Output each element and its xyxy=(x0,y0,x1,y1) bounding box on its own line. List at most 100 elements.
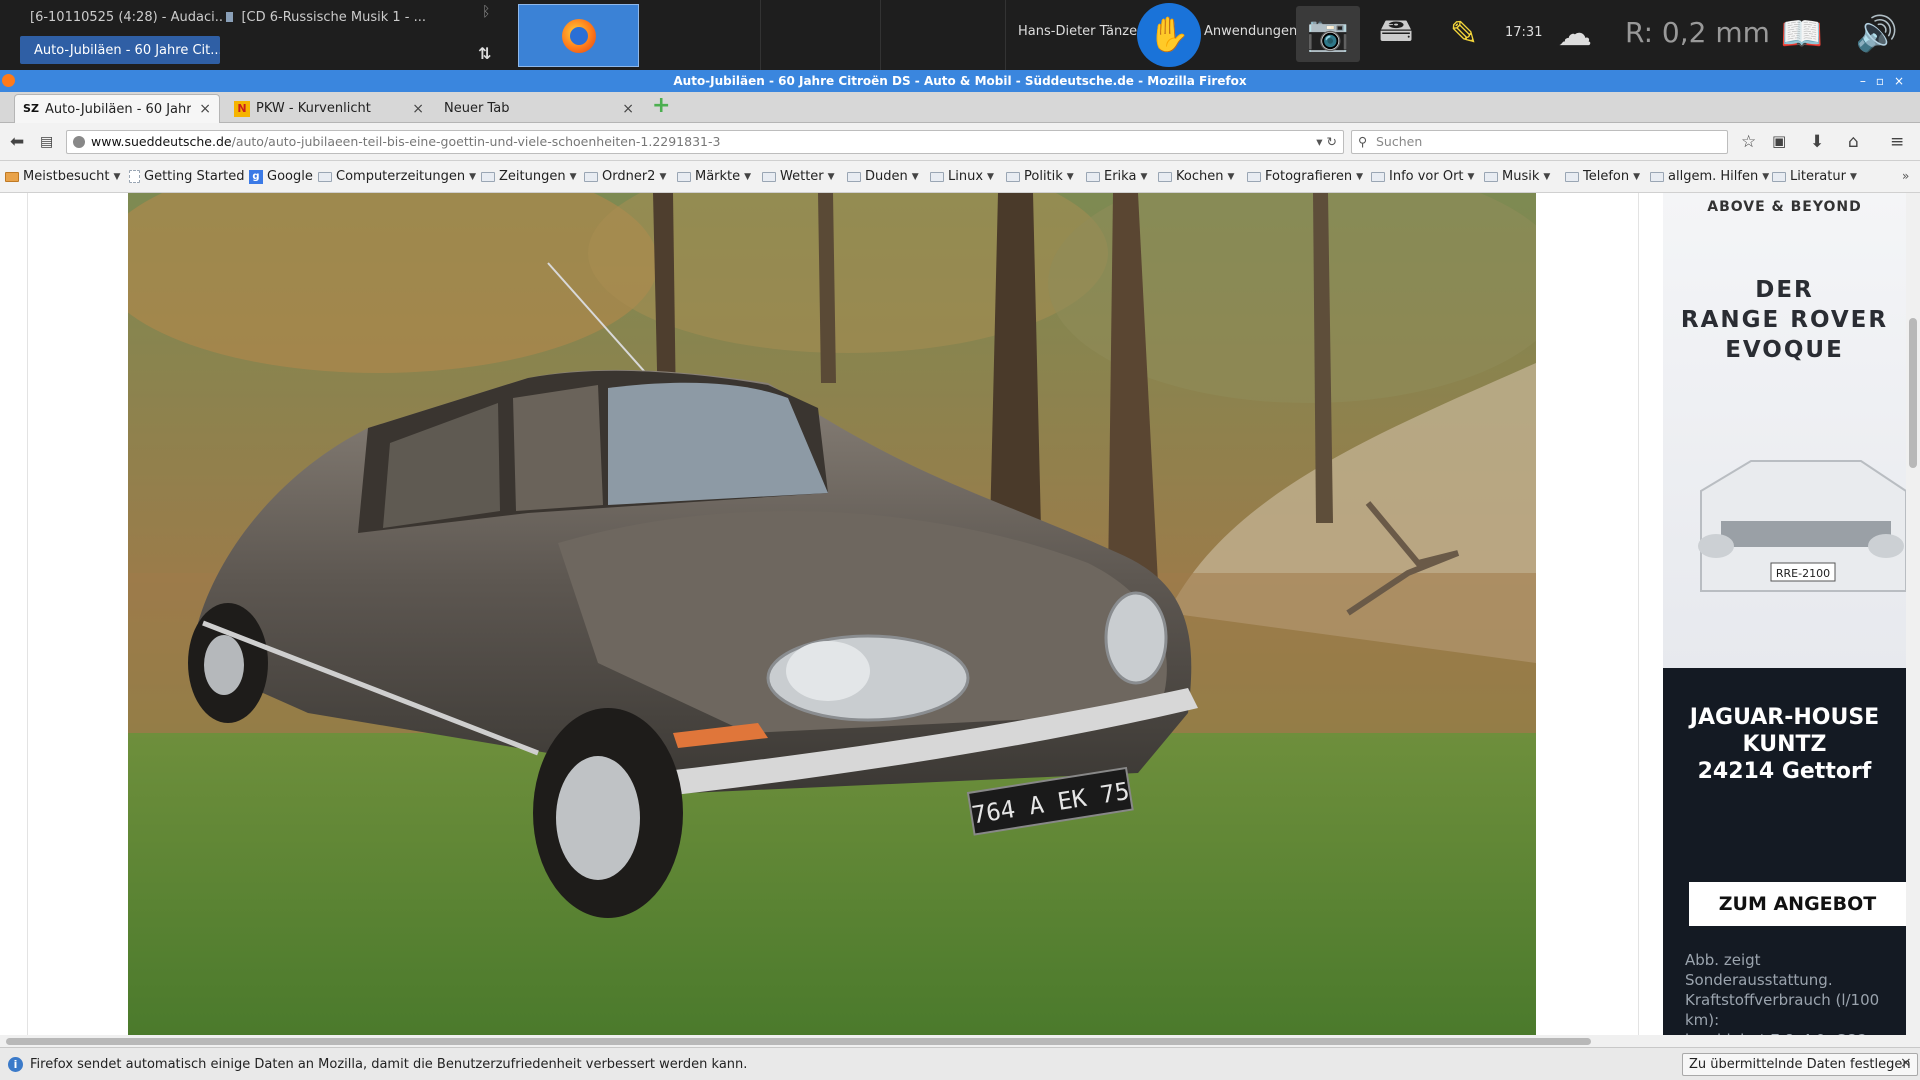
taskbar-divider xyxy=(1005,0,1006,70)
bookmark-politik[interactable]: Politik ▼ xyxy=(1006,169,1074,184)
bookmark-label: Google xyxy=(267,169,313,184)
note-icon[interactable]: ✎ xyxy=(1432,6,1496,62)
transfer-icon[interactable]: ⇅ xyxy=(478,44,491,63)
scrollbar-thumb[interactable] xyxy=(1909,318,1917,468)
menu-icon[interactable]: ≡ xyxy=(1890,132,1904,152)
page-info-icon[interactable]: ▤ xyxy=(40,134,53,150)
bookmark-ordner2[interactable]: Ordner2 ▼ xyxy=(584,169,666,184)
chevron-down-icon: ▼ xyxy=(1356,171,1363,182)
taskbar-task-folder[interactable]: [CD 6-Russische Musik 1 - ... xyxy=(226,7,426,27)
home-icon[interactable]: ⌂ xyxy=(1848,132,1859,152)
applications-menu[interactable]: Anwendungen xyxy=(1204,24,1297,39)
bookmark-label: Literatur xyxy=(1790,169,1846,184)
bookmark-erika[interactable]: Erika ▼ xyxy=(1086,169,1147,184)
folder-icon xyxy=(584,171,598,182)
bookmark-meistbesucht[interactable]: Meistbesucht ▼ xyxy=(5,169,120,184)
download-icon[interactable]: ⬇ xyxy=(1810,132,1824,152)
bookmark-allgem-hilfen[interactable]: allgem. Hilfen ▼ xyxy=(1650,169,1769,184)
bookmark-label: Computerzeitungen xyxy=(336,169,466,184)
tab-new[interactable]: Neuer Tab × xyxy=(436,94,642,123)
close-icon[interactable]: × xyxy=(412,101,424,117)
bookmark-label: Getting Started xyxy=(144,169,245,184)
back-icon[interactable]: ⬅ xyxy=(10,132,24,152)
taskbar-task-audacity[interactable]: [6-10110525 (4:28) - Audaci... xyxy=(22,7,222,27)
article-photo[interactable]: 764 A EK 75 xyxy=(128,193,1536,1035)
tab-label: Auto-Jubiläen - 60 Jahre... xyxy=(45,101,192,117)
hand-icon[interactable]: ✋ xyxy=(1137,3,1201,67)
bookmark-label: allgem. Hilfen xyxy=(1668,169,1759,184)
bookmark-linux[interactable]: Linux ▼ xyxy=(930,169,994,184)
chevron-down-icon: ▼ xyxy=(1762,171,1770,182)
bookmarks-toolbar: Meistbesucht ▼ Getting Started g Google Co… xyxy=(0,161,1920,193)
folder-icon xyxy=(226,12,234,22)
book-icon[interactable]: 📖 xyxy=(1770,6,1834,62)
folder-icon xyxy=(1565,171,1579,182)
choose-data-button[interactable]: Zu übermittelnde Daten festlegen xyxy=(1682,1053,1918,1076)
clock[interactable]: 17:31 xyxy=(1505,25,1542,40)
search-icon: ⚲ xyxy=(1358,134,1368,149)
volume-icon[interactable]: 🔊 xyxy=(1845,6,1909,62)
bookmark-computerzeitungen[interactable]: Computerzeitungen ▼ xyxy=(318,169,476,184)
bookmarks-overflow-icon[interactable]: » xyxy=(1902,169,1909,183)
bookmark-google[interactable]: g Google xyxy=(249,169,313,184)
user-name[interactable]: Hans-Dieter Tänzer xyxy=(1018,24,1142,39)
bookmark-literatur[interactable]: Literatur ▼ xyxy=(1772,169,1857,184)
drive-icon[interactable]: 🖴 xyxy=(1368,6,1424,62)
bookmark-label: Telefon xyxy=(1583,169,1630,184)
sz-favicon-icon: SZ xyxy=(23,102,39,115)
folder-icon xyxy=(1484,171,1498,182)
tab-sueddeutsche[interactable]: SZ Auto-Jubiläen - 60 Jahre... × xyxy=(14,94,220,123)
bookmark-info-vor-ort[interactable]: Info vor Ort ▼ xyxy=(1371,169,1474,184)
camera-icon[interactable]: 📷 xyxy=(1296,6,1360,62)
bookmark-duden[interactable]: Duden ▼ xyxy=(847,169,919,184)
close-icon[interactable]: × xyxy=(199,101,211,117)
info-icon: i xyxy=(8,1057,23,1072)
bookmark-musik[interactable]: Musik ▼ xyxy=(1484,169,1550,184)
ad-banner-dealer[interactable]: JAGUAR-HOUSE KUNTZ 24214 Gettorf ZUM ANG… xyxy=(1663,668,1906,1035)
ad-headline: DER RANGE ROVER EVOQUE xyxy=(1680,277,1889,363)
bookmarks-list-icon[interactable]: ▣ xyxy=(1772,132,1786,150)
reload-icon[interactable]: ▾ ↻ xyxy=(1316,131,1337,153)
ad-banner-range-rover[interactable]: ABOVE & BEYOND DER RANGE ROVER EVOQUE RR… xyxy=(1663,193,1906,668)
firefox-icon xyxy=(561,18,596,53)
new-tab-button[interactable]: + xyxy=(652,95,672,118)
tab-label: Neuer Tab xyxy=(444,101,510,116)
horizontal-scrollbar[interactable] xyxy=(0,1035,1920,1047)
task-label: [6-10110525 (4:28) - Audaci... xyxy=(30,9,222,25)
bluetooth-icon[interactable]: ᛒ xyxy=(482,4,490,20)
bookmark-star-icon[interactable]: ☆ xyxy=(1741,132,1756,152)
bookmark-zeitungen[interactable]: Zeitungen ▼ xyxy=(481,169,577,184)
close-icon[interactable]: × xyxy=(1900,1055,1912,1071)
notification-message: Firefox sendet automatisch einige Daten … xyxy=(30,1057,748,1072)
bookmark-fotografieren[interactable]: Fotografieren ▼ xyxy=(1247,169,1363,184)
window-controls[interactable]: –▫× xyxy=(1860,70,1914,92)
bookmark-label: Wetter xyxy=(780,169,824,184)
bookmark-label: Info vor Ort xyxy=(1389,169,1464,184)
launcher-firefox[interactable] xyxy=(518,4,639,67)
bookmark-maerkte[interactable]: Märkte ▼ xyxy=(677,169,751,184)
chevron-down-icon: ▼ xyxy=(1467,171,1475,182)
bookmark-telefon[interactable]: Telefon ▼ xyxy=(1565,169,1640,184)
bookmark-getting-started[interactable]: Getting Started xyxy=(129,169,245,184)
tab-label: PKW - Kurvenlicht xyxy=(256,101,371,116)
task-label: [CD 6-Russische Musik 1 - ... xyxy=(241,9,426,25)
taskbar-task-firefox[interactable]: Auto-Jubiläen - 60 Jahre Cit... xyxy=(20,36,220,64)
search-input[interactable]: ⚲ Suchen xyxy=(1351,130,1728,154)
tab-kurvenlicht[interactable]: N PKW - Kurvenlicht × xyxy=(226,94,432,123)
weather-icon[interactable]: ☁ xyxy=(1544,6,1606,62)
ad-cta-button[interactable]: ZUM ANGEBOT xyxy=(1689,882,1906,926)
n-favicon-icon: N xyxy=(234,100,250,117)
google-icon: g xyxy=(249,169,263,184)
chevron-down-icon: ▼ xyxy=(659,171,667,182)
url-bar[interactable]: www.sueddeutsche.de/auto/auto-jubilaeen-… xyxy=(66,130,1344,154)
bookmark-label: Musik xyxy=(1502,169,1540,184)
bookmark-wetter[interactable]: Wetter ▼ xyxy=(762,169,835,184)
ad-tagline: ABOVE & BEYOND xyxy=(1707,199,1862,215)
close-icon[interactable]: × xyxy=(622,101,634,117)
page-border xyxy=(1638,193,1639,1035)
scrollbar-thumb[interactable] xyxy=(6,1038,1591,1045)
bookmark-kochen[interactable]: Kochen ▼ xyxy=(1158,169,1234,184)
vertical-scrollbar[interactable] xyxy=(1906,193,1920,1035)
folder-icon xyxy=(1006,171,1020,182)
chevron-down-icon: ▼ xyxy=(1633,171,1641,182)
